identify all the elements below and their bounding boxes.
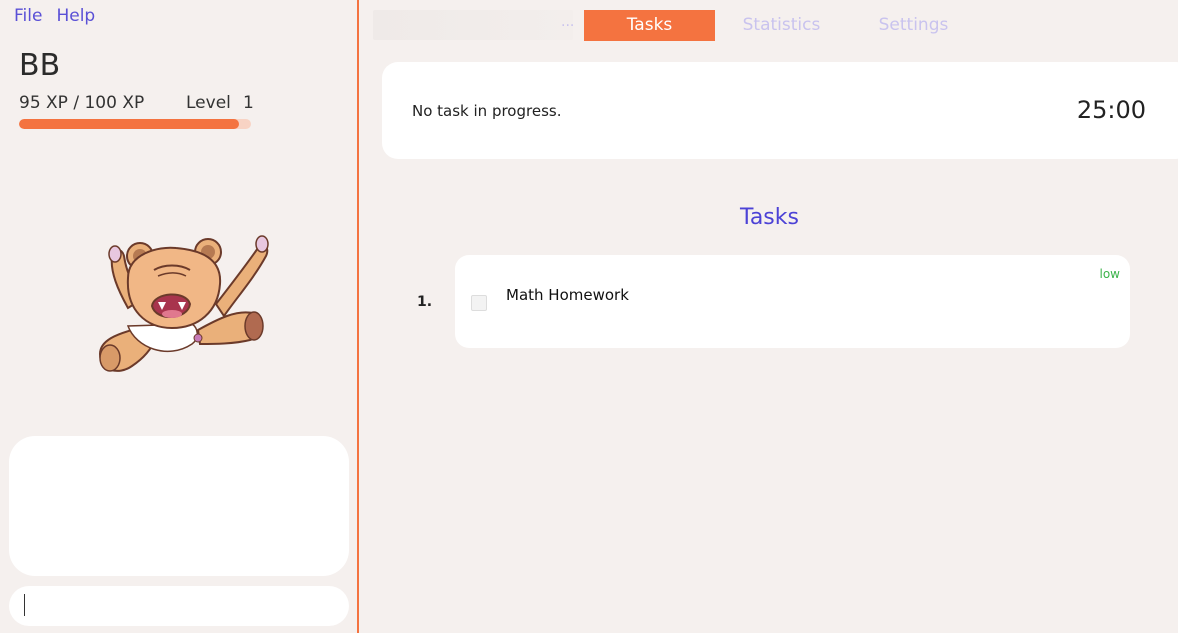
tab-tasks[interactable]: Tasks — [584, 10, 715, 41]
menu-bar: File Help — [14, 6, 95, 26]
tab-statistics[interactable]: Statistics — [716, 10, 847, 41]
timer-clock: 25:00 — [1076, 96, 1146, 124]
level-label: Level — [186, 93, 231, 113]
xp-text: 95 XP / 100 XP — [19, 93, 145, 113]
command-input[interactable] — [9, 586, 349, 626]
level-value: 1 — [243, 93, 254, 113]
main-panel: ... Tasks Statistics Settings No task in… — [361, 0, 1178, 633]
xp-progress-fill — [19, 119, 240, 129]
timer-card: No task in progress. 25:00 — [382, 62, 1178, 159]
task-card[interactable]: Math Homework low — [455, 255, 1130, 348]
task-checkbox[interactable] — [471, 295, 487, 311]
task-title: Math Homework — [506, 286, 629, 304]
menu-file[interactable]: File — [14, 6, 42, 26]
text-caret — [24, 594, 25, 616]
tasks-heading: Tasks — [740, 205, 799, 230]
xp-progress-bar — [19, 119, 251, 129]
menu-help[interactable]: Help — [56, 6, 95, 26]
pet-name: BB — [19, 48, 61, 83]
response-display — [9, 436, 349, 576]
tab-overflow-ellipsis: ... — [561, 14, 575, 30]
timer-status: No task in progress. — [412, 102, 562, 120]
bear-pet-image — [98, 235, 269, 372]
task-priority-badge: low — [1099, 267, 1121, 281]
tab-hidden[interactable] — [373, 10, 573, 40]
task-index: 1. — [417, 294, 433, 310]
tab-settings[interactable]: Settings — [848, 10, 979, 41]
left-panel: File Help BB 95 XP / 100 XP Level 1 — [0, 0, 359, 633]
